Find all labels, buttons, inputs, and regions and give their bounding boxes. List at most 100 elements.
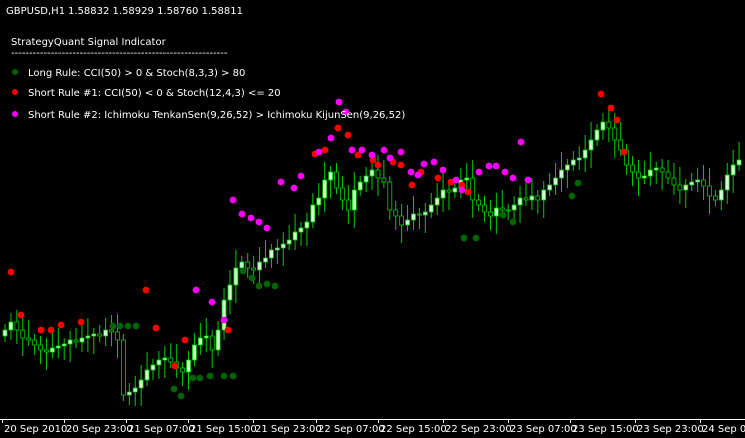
long-rule-label: Long Rule: CCI(50) > 0 & Stoch(8,3,3) > … <box>28 68 245 79</box>
candle-body <box>535 195 541 201</box>
candle-body <box>322 179 328 199</box>
candle-body <box>115 331 120 341</box>
candle-body <box>612 127 618 141</box>
time-axis-label: 21 Sep 07:00 <box>128 424 195 435</box>
candle-body <box>49 347 55 353</box>
candle-body <box>399 215 405 226</box>
candle-body <box>428 204 434 213</box>
candle-body <box>280 243 286 249</box>
short-rule-2-signal-dot <box>414 171 422 179</box>
candle-body <box>600 121 606 131</box>
candle-body <box>55 345 61 349</box>
candle-body <box>61 343 67 347</box>
candle-body <box>168 357 174 363</box>
candle-body <box>582 149 588 159</box>
long-rule-signal-dot <box>220 372 228 380</box>
candle-body <box>416 213 422 216</box>
short-rule-2-signal-dot <box>475 168 483 176</box>
short-rule-2-signal-dot <box>238 210 246 218</box>
candle-body <box>647 169 653 177</box>
candle-body <box>671 177 677 186</box>
candle-body <box>618 139 624 151</box>
short-rule-2-signal-dot <box>315 148 323 156</box>
time-axis-label: 21 Sep 23:00 <box>255 424 322 435</box>
candle-body <box>150 364 156 371</box>
candle-body <box>257 261 262 271</box>
candle-body <box>239 261 245 269</box>
short-rule-2-signal-dot <box>452 176 460 184</box>
short-rule-2-signal-dot <box>524 176 532 184</box>
short-rule-1-label: Short Rule #1: CCI(50) < 0 & Stoch(12,4,… <box>28 88 281 99</box>
short-rule-1-signal-dot <box>374 161 382 169</box>
long-rule-signal-dot <box>263 280 271 288</box>
candle-body <box>79 337 85 343</box>
candle-body <box>197 337 203 346</box>
long-rule-signal-dot <box>189 374 197 382</box>
candle-body <box>121 339 126 396</box>
short-rule-1-signal-dot <box>77 318 85 326</box>
price-chart[interactable]: GBPUSD,H1 1.58832 1.58929 1.58760 1.5881… <box>0 0 745 438</box>
candle-body <box>517 197 523 206</box>
candle-body <box>351 189 357 211</box>
candle-body <box>724 174 730 191</box>
long-rule-signal-dot <box>124 322 132 330</box>
candle-body <box>245 261 251 269</box>
short-rule-1-signal-dot <box>47 326 55 334</box>
candle-body <box>192 344 197 361</box>
time-axis-label: 24 Sep 07:00 <box>702 424 745 435</box>
candle-body <box>67 339 73 345</box>
candle-body <box>636 171 641 179</box>
long-rule-signal-dot <box>255 282 263 290</box>
candle-body <box>665 171 671 179</box>
short-rule-2-signal-dot <box>263 224 271 232</box>
short-rule-2-signal-dot <box>458 186 466 194</box>
candle-body <box>630 164 635 173</box>
time-axis-label: 21 Sep 15:00 <box>190 424 257 435</box>
short-rule-1-signal-dot <box>408 181 416 189</box>
candle-body <box>286 239 292 245</box>
candle-body <box>357 181 363 191</box>
candle-body <box>369 169 375 177</box>
candle-body <box>268 249 274 259</box>
candle-body <box>387 181 393 211</box>
candle-body <box>144 369 150 381</box>
candle-body <box>138 379 144 389</box>
candle-body <box>186 359 191 373</box>
candle-body <box>316 197 322 206</box>
candle-body <box>97 333 103 337</box>
candle-body <box>470 177 476 201</box>
candle-body <box>310 204 316 223</box>
short-rule-2-signal-dot <box>380 146 388 154</box>
candle-body <box>73 339 79 343</box>
long-rule-signal-dot <box>271 282 279 290</box>
time-axis-label: 20 Sep 23:00 <box>66 424 133 435</box>
candle-body <box>8 321 14 331</box>
short-rule-2-signal-dot <box>247 214 255 222</box>
short-rule-2-signal-dot <box>277 178 285 186</box>
short-rule-1-dot <box>12 89 18 95</box>
indicator-separator: ----------------------------------------… <box>11 48 228 59</box>
candle-body <box>227 284 233 301</box>
candle-body <box>553 177 558 186</box>
candle-body <box>701 179 706 187</box>
candle-body <box>334 171 339 189</box>
candle-body <box>132 387 138 393</box>
short-rule-1-signal-dot <box>597 90 605 98</box>
candle-body <box>44 349 49 353</box>
short-rule-2-signal-dot <box>501 168 509 176</box>
candle-body <box>736 159 742 166</box>
candle-body <box>606 121 612 129</box>
candle-body <box>529 195 535 201</box>
candle-body <box>505 209 511 212</box>
short-rule-2-signal-dot <box>485 162 493 170</box>
short-rule-1-signal-dot <box>181 336 189 344</box>
candle-body <box>559 169 564 179</box>
candle-body <box>91 333 97 337</box>
candle-body <box>523 197 529 201</box>
candle-body <box>274 247 280 251</box>
candle-body <box>103 329 109 337</box>
short-rule-1-signal-dot <box>607 104 615 112</box>
short-rule-2-signal-dot <box>335 98 343 106</box>
candle-body <box>695 179 701 183</box>
candle-body <box>109 329 114 333</box>
